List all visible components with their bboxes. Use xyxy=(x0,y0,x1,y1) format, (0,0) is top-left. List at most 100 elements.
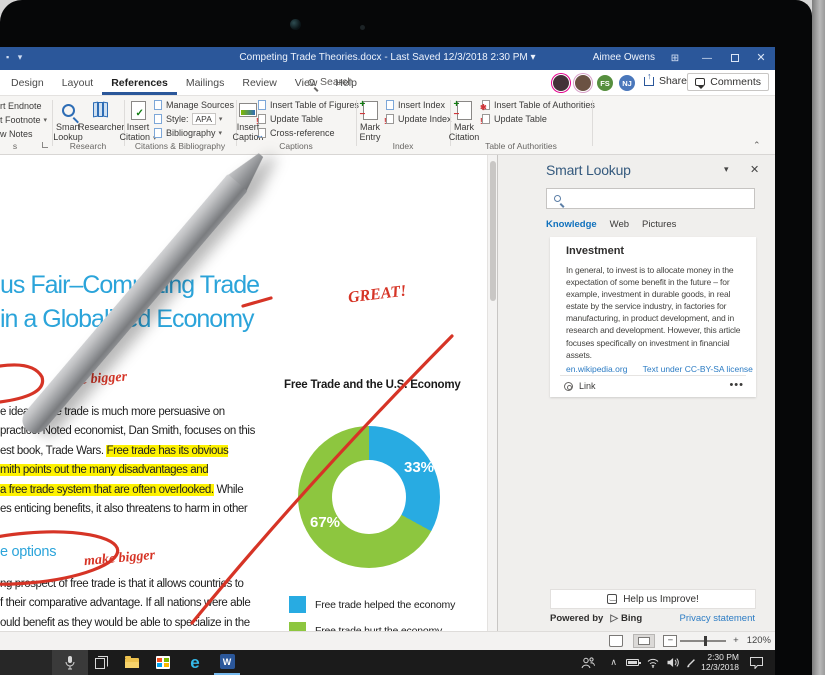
device-edge xyxy=(812,0,825,675)
word-window: ▪ ▾ Competing Trade Theories.docx - Last… xyxy=(0,47,775,675)
search-label: Search xyxy=(320,76,353,88)
insert-index-button[interactable]: Insert Index xyxy=(386,99,445,111)
task-view-button[interactable] xyxy=(88,650,114,675)
privacy-statement-link[interactable]: Privacy statement xyxy=(680,613,756,624)
search-box[interactable]: Search xyxy=(308,76,353,88)
close-button[interactable]: ✕ xyxy=(753,51,769,66)
manage-sources-icon xyxy=(154,100,162,110)
wikipedia-link[interactable]: en.wikipedia.org xyxy=(566,364,627,374)
style-selector[interactable]: Style: APA▾ xyxy=(154,113,222,125)
link-icon xyxy=(564,382,573,391)
pane-tab-pictures[interactable]: Pictures xyxy=(642,219,676,230)
ribbon-display-options-icon[interactable]: ⊞ xyxy=(667,51,683,66)
zoom-slider-handle[interactable] xyxy=(704,636,707,646)
insert-table-of-figures-button[interactable]: Insert Table of Figures xyxy=(258,99,359,111)
webcam-icon xyxy=(290,19,301,30)
help-us-improve-button[interactable]: Help us Improve! xyxy=(550,589,756,609)
avatar[interactable] xyxy=(552,74,570,92)
legend-swatch xyxy=(289,596,306,613)
card-heading: Investment xyxy=(566,245,624,257)
avatar[interactable] xyxy=(574,74,592,92)
pane-options-icon[interactable]: ▾ xyxy=(724,164,729,175)
tab-design[interactable]: Design xyxy=(2,71,53,95)
show-notes-button[interactable]: w Notes xyxy=(0,128,33,140)
zoom-level[interactable]: 120% xyxy=(747,635,771,646)
zoom-in-icon[interactable]: + xyxy=(733,635,739,646)
style-icon xyxy=(154,114,162,124)
tab-review[interactable]: Review xyxy=(233,71,285,95)
share-button[interactable]: Share xyxy=(644,75,687,87)
file-explorer-button[interactable] xyxy=(119,650,145,675)
tray-date: 12/3/2018 xyxy=(701,663,739,673)
next-footnote-button[interactable]: t Footnote▾ xyxy=(0,114,47,126)
pen-tray-icon[interactable] xyxy=(686,650,697,675)
doc-paragraph-1: e idea of free trade is much more persua… xyxy=(0,403,255,519)
research-group-label: Research xyxy=(52,141,124,151)
ink-circle-partial xyxy=(0,365,43,403)
scrollbar-thumb[interactable] xyxy=(490,161,496,301)
link-row[interactable]: Link xyxy=(564,381,596,391)
insert-endnote-button[interactable]: rt Endnote xyxy=(0,100,42,112)
tab-references[interactable]: References xyxy=(102,71,177,95)
insert-table-of-authorities-button[interactable]: ✱Insert Table of Authorities xyxy=(482,99,595,111)
zoom-out-icon[interactable]: − xyxy=(668,635,674,646)
pane-tab-knowledge[interactable]: Knowledge xyxy=(546,219,597,230)
ink-annotation-great: GREAT! xyxy=(347,282,407,307)
tray-chevron-icon[interactable]: ∧ xyxy=(610,650,617,675)
pane-tab-web[interactable]: Web xyxy=(610,219,629,230)
avatar[interactable]: FS xyxy=(596,74,614,92)
knowledge-card: Investment In general, to invest is to a… xyxy=(550,237,756,397)
search-icon xyxy=(308,79,315,86)
insert-caption-icon xyxy=(239,103,257,117)
minimize-button[interactable]: — xyxy=(699,51,715,66)
update-table-button[interactable]: !Update Table xyxy=(258,113,323,125)
edge-button[interactable]: e xyxy=(182,650,208,675)
bibliography-button[interactable]: Bibliography▾ xyxy=(154,127,222,139)
manage-sources-button[interactable]: Manage Sources xyxy=(154,99,234,111)
clock[interactable]: 2:30 PM 12/3/2018 xyxy=(701,653,739,672)
avatar[interactable]: NJ xyxy=(618,74,636,92)
edge-icon: e xyxy=(190,654,199,671)
chart-legend: Free trade helped the economyFree trade … xyxy=(289,596,455,631)
style-dropdown[interactable]: APA xyxy=(192,113,216,125)
dialog-launcher-icon[interactable] xyxy=(42,142,48,148)
word-taskbar-button[interactable]: W xyxy=(214,650,240,675)
wifi-icon[interactable] xyxy=(647,650,659,675)
smart-lookup-pane: Smart Lookup ▾ ✕ KnowledgeWebPictures In… xyxy=(497,155,775,631)
store-button[interactable] xyxy=(150,650,176,675)
action-center-button[interactable] xyxy=(750,650,763,675)
collapse-ribbon-icon[interactable]: ⌃ xyxy=(753,140,761,151)
doc-text-line: mith points out the many disadvantages a… xyxy=(0,461,255,480)
pane-search-input[interactable] xyxy=(546,188,755,209)
ambient-sensor-icon xyxy=(360,25,365,30)
smart-lookup-icon xyxy=(62,104,75,117)
task-view-icon xyxy=(95,656,108,669)
citations-group-label: Citations & Bibliography xyxy=(124,141,236,151)
people-tray-button[interactable] xyxy=(581,650,595,675)
pane-close-icon[interactable]: ✕ xyxy=(750,163,759,176)
researcher-icon xyxy=(91,102,109,118)
update-table-authorities-button[interactable]: !Update Table xyxy=(482,113,547,125)
print-layout-icon[interactable] xyxy=(633,634,655,648)
microphone-button[interactable] xyxy=(52,650,88,675)
doc-text-line: a free trade system that are often overl… xyxy=(0,481,255,500)
license-link[interactable]: Text under CC-BY-SA license xyxy=(643,364,753,374)
share-icon xyxy=(644,77,654,86)
zoom-control: − + 120% xyxy=(668,635,771,646)
zoom-slider[interactable] xyxy=(680,640,726,642)
restore-button[interactable] xyxy=(727,51,743,66)
doc-text-line: f their comparative advantage. If all na… xyxy=(0,594,250,613)
volume-icon[interactable] xyxy=(667,650,679,675)
tab-mailings[interactable]: Mailings xyxy=(177,71,234,95)
document-scrollbar[interactable] xyxy=(487,155,497,631)
read-mode-icon[interactable] xyxy=(609,635,623,647)
comments-button[interactable]: Comments xyxy=(687,73,769,91)
more-options-icon[interactable]: ••• xyxy=(729,379,744,391)
bing-logo-icon: ▷ xyxy=(610,613,618,624)
doc-paragraph-2: ng prospect of free trade is that it all… xyxy=(0,575,250,631)
taskbar-corner xyxy=(0,650,52,675)
tab-layout[interactable]: Layout xyxy=(53,71,103,95)
document-canvas[interactable]: us Fair–Competing Trade in a Globalized … xyxy=(0,155,497,631)
cross-reference-button[interactable]: ↔Cross-reference xyxy=(258,127,335,139)
card-body: In general, to invest is to allocate mon… xyxy=(566,264,746,361)
